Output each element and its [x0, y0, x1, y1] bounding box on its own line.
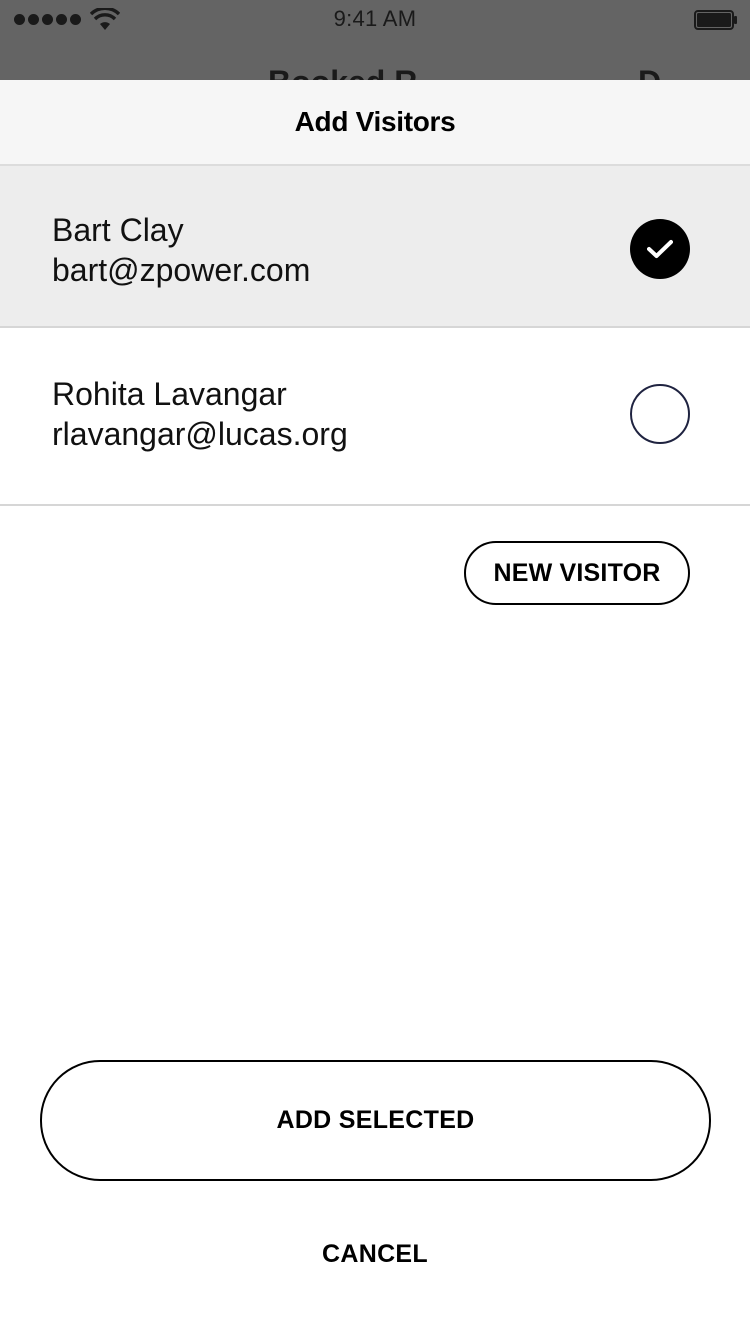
- status-bar: 9:41 AM: [0, 0, 750, 40]
- visitor-name: Bart Clay: [52, 212, 184, 248]
- add-selected-button[interactable]: ADD SELECTED: [40, 1060, 711, 1181]
- backdrop-title-right: D: [638, 64, 661, 80]
- checkmark-selected-icon[interactable]: [630, 219, 690, 279]
- battery-icon: [694, 10, 737, 30]
- visitor-email: rlavangar@lucas.org: [52, 416, 348, 452]
- unchecked-circle-icon[interactable]: [630, 384, 690, 444]
- add-visitors-sheet: Add Visitors Bart Clay bart@zpower.com R…: [0, 80, 750, 1334]
- sheet-header: Add Visitors: [0, 80, 750, 166]
- new-visitor-button[interactable]: NEW VISITOR: [464, 541, 690, 605]
- visitor-text: Rohita Lavangar rlavangar@lucas.org: [52, 374, 348, 454]
- cancel-button[interactable]: CANCEL: [0, 1240, 750, 1269]
- sheet-title: Add Visitors: [294, 106, 456, 137]
- visitor-row-bart-clay[interactable]: Bart Clay bart@zpower.com: [0, 166, 750, 328]
- visitor-row-rohita-lavangar[interactable]: Rohita Lavangar rlavangar@lucas.org: [0, 328, 750, 506]
- backdrop-title: Booked R D: [0, 64, 750, 80]
- status-time: 9:41 AM: [333, 6, 417, 31]
- visitor-text: Bart Clay bart@zpower.com: [52, 210, 310, 290]
- visitor-name: Rohita Lavangar: [52, 376, 287, 412]
- backdrop-title-left: Booked R: [268, 64, 417, 80]
- visitor-email: bart@zpower.com: [52, 252, 311, 288]
